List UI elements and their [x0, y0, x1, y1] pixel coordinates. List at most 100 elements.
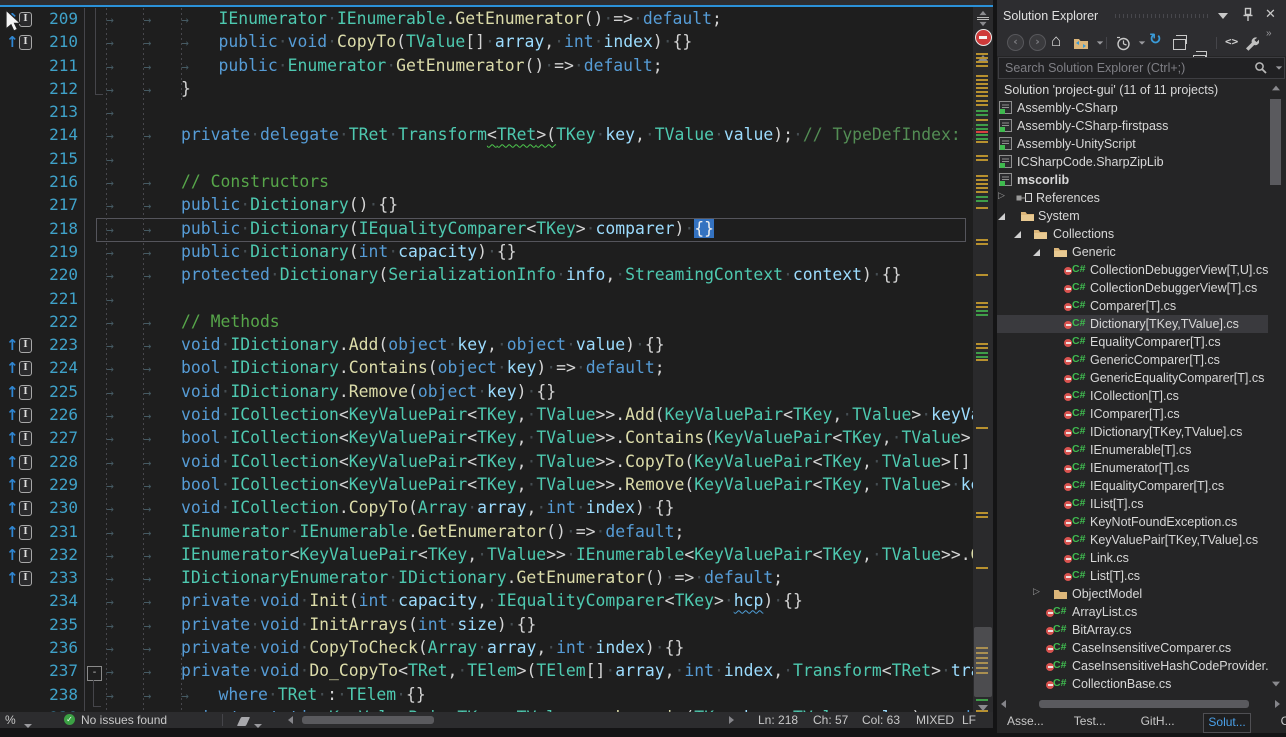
- tree-horizontal-scrollbar[interactable]: [997, 697, 1286, 711]
- line-number[interactable]: 218: [36, 219, 78, 238]
- hscroll-left-arrow[interactable]: [288, 716, 293, 724]
- tool-window-tab-solut[interactable]: Solut...: [1203, 713, 1250, 733]
- implements-interface-icon[interactable]: ↑I: [6, 476, 36, 494]
- zoom-level[interactable]: %: [5, 713, 16, 727]
- column-indicator[interactable]: Col: 63: [862, 713, 900, 727]
- line-number[interactable]: 229: [36, 475, 78, 494]
- line-number[interactable]: 226: [36, 405, 78, 424]
- hscroll-right-arrow[interactable]: [729, 716, 734, 724]
- tool-window-tab-gith[interactable]: GitH...: [1137, 713, 1179, 731]
- implements-interface-icon[interactable]: ↑I: [6, 499, 36, 517]
- code-line-237[interactable]: 237→→private·void·Do_CopyTo<TRet,·TElem>…: [0, 660, 973, 683]
- code-line-233[interactable]: ↑I233→→IDictionaryEnumerator·IDictionary…: [0, 567, 973, 590]
- implements-interface-icon[interactable]: ↑I: [6, 429, 36, 447]
- code-line-235[interactable]: 235→→private·void·InitArrays(int·size)·{…: [0, 614, 973, 637]
- line-number[interactable]: 209: [36, 9, 78, 28]
- tree-item-link-cs[interactable]: C#Link.cs: [997, 549, 1268, 567]
- implements-interface-icon[interactable]: ↑I: [6, 546, 36, 564]
- tree-item-collectiondebuggerview-t-cs[interactable]: C#CollectionDebuggerView[T].cs: [997, 279, 1268, 297]
- tree-item-arraylist-cs[interactable]: C#ArrayList.cs: [997, 603, 1268, 621]
- eol-indicator[interactable]: LF: [962, 713, 976, 727]
- tree-item-mscorlib[interactable]: mscorlib: [997, 171, 1268, 189]
- tree-item-genericcomparer-t-cs[interactable]: C#GenericComparer[T].cs: [997, 351, 1268, 369]
- expanded-arrow-icon[interactable]: [1033, 249, 1040, 256]
- implements-interface-icon[interactable]: ↑I: [6, 383, 36, 401]
- tree-item-comparer-t-cs[interactable]: C#Comparer[T].cs: [997, 297, 1268, 315]
- expanded-arrow-icon[interactable]: [998, 213, 1005, 220]
- line-number[interactable]: 211: [36, 56, 78, 75]
- file-health-indicator-icon[interactable]: [975, 29, 992, 46]
- code-line-230[interactable]: ↑I230→→void·ICollection.CopyTo(Array·arr…: [0, 497, 973, 520]
- tree-item-genericequalitycomparer-t-cs[interactable]: C#GenericEqualityComparer[T].cs: [997, 369, 1268, 387]
- collapsed-arrow-icon[interactable]: ▷: [998, 191, 1005, 201]
- code-line-212[interactable]: 212→→}: [0, 78, 973, 101]
- tree-item-assembly-csharp-firstpass[interactable]: Assembly-CSharp-firstpass: [997, 117, 1268, 135]
- tree-item-list-t-cs[interactable]: C#List[T].cs: [997, 567, 1268, 585]
- code-line-218[interactable]: 218→→public·Dictionary(IEqualityComparer…: [0, 218, 973, 241]
- code-line-226[interactable]: ↑I226→→void·ICollection<KeyValuePair<TKe…: [0, 404, 973, 427]
- code-line-217[interactable]: 217→→public·Dictionary()·{}: [0, 194, 973, 217]
- collapsed-arrow-icon[interactable]: ▷: [1033, 587, 1040, 597]
- fold-collapse-button[interactable]: -: [87, 666, 102, 681]
- code-line-232[interactable]: ↑I232→→IEnumerator<KeyValuePair<TKey,·TV…: [0, 544, 973, 567]
- code-line-209[interactable]: ↑I209→→→IEnumerator·IEnumerable.GetEnume…: [0, 8, 973, 31]
- tree-hscrollbar-thumb[interactable]: [1039, 700, 1249, 708]
- line-number[interactable]: 237: [36, 661, 78, 680]
- implements-interface-icon[interactable]: ↑I: [6, 453, 36, 471]
- implements-interface-icon[interactable]: ↑I: [6, 33, 36, 51]
- tree-hscroll-left-arrow[interactable]: [1001, 700, 1006, 708]
- line-number[interactable]: 225: [36, 382, 78, 401]
- tree-vscrollbar-thumb[interactable]: [1270, 99, 1281, 185]
- tree-item-caseinsensitivecomparer-cs[interactable]: C#CaseInsensitiveComparer.cs: [997, 639, 1268, 657]
- tree-item-dictionary-tkey-tvalue-cs[interactable]: C#Dictionary[TKey,TValue].cs: [997, 315, 1268, 333]
- tree-item-collectionbase-cs[interactable]: C#CollectionBase.cs: [997, 675, 1268, 693]
- code-line-224[interactable]: ↑I224→→bool·IDictionary.Contains(object·…: [0, 357, 973, 380]
- issues-status[interactable]: No issues found: [81, 713, 167, 727]
- tree-item-ienumerable-t-cs[interactable]: C#IEnumerable[T].cs: [997, 441, 1268, 459]
- code-line-222[interactable]: 222→→// Methods: [0, 311, 973, 334]
- tree-item-idictionary-tkey-tvalue-cs[interactable]: C#IDictionary[TKey,TValue].cs: [997, 423, 1268, 441]
- editor-splitter-grip[interactable]: [976, 10, 990, 26]
- tree-item-icollection-t-cs[interactable]: C#ICollection[T].cs: [997, 387, 1268, 405]
- code-line-227[interactable]: ↑I227→→bool·ICollection<KeyValuePair<TKe…: [0, 427, 973, 450]
- tool-window-tab-asse[interactable]: Asse...: [1003, 713, 1048, 731]
- line-number[interactable]: 232: [36, 545, 78, 564]
- code-editor[interactable]: ↑I209→→→IEnumerator·IEnumerable.GetEnume…: [0, 0, 993, 728]
- tree-item-equalitycomparer-t-cs[interactable]: C#EqualityComparer[T].cs: [997, 333, 1268, 351]
- tree-item-icsharpcode-sharpziplib[interactable]: ICSharpCode.SharpZipLib: [997, 153, 1268, 171]
- tree-item-keynotfoundexception-cs[interactable]: C#KeyNotFoundException.cs: [997, 513, 1268, 531]
- line-number[interactable]: 216: [36, 172, 78, 191]
- tool-window-tab-test[interactable]: Test...: [1070, 713, 1110, 731]
- implements-interface-icon[interactable]: ↑I: [6, 569, 36, 587]
- line-number[interactable]: 233: [36, 568, 78, 587]
- line-number[interactable]: 221: [36, 289, 78, 308]
- line-number[interactable]: 214: [36, 125, 78, 144]
- code-line-213[interactable]: 213→: [0, 101, 973, 124]
- line-number[interactable]: 215: [36, 149, 78, 168]
- implements-interface-icon[interactable]: ↑I: [6, 336, 36, 354]
- tree-item-ienumerator-t-cs[interactable]: C#IEnumerator[T].cs: [997, 459, 1268, 477]
- code-line-234[interactable]: 234→→private·void·Init(int·capacity,·IEq…: [0, 590, 973, 613]
- line-number[interactable]: 238: [36, 685, 78, 704]
- tree-item-solution-project-gui-11-of-11-projects-[interactable]: Solution 'project-gui' (11 of 11 project…: [997, 81, 1268, 99]
- line-number[interactable]: 230: [36, 498, 78, 517]
- tree-item-caseinsensitivehashcodeprovider-cs[interactable]: C#CaseInsensitiveHashCodeProvider.cs: [997, 657, 1268, 675]
- line-number[interactable]: 234: [36, 591, 78, 610]
- tree-scroll-down-arrow[interactable]: [1272, 682, 1280, 687]
- line-number[interactable]: 219: [36, 242, 78, 261]
- code-line-214[interactable]: 214→→private·delegate·TRet·Transform<TRe…: [0, 124, 973, 147]
- editor-vertical-scrollbar-thumb[interactable]: [974, 627, 992, 697]
- code-lines[interactable]: ↑I209→→→IEnumerator·IEnumerable.GetEnume…: [0, 8, 973, 712]
- line-number[interactable]: 217: [36, 195, 78, 214]
- code-line-216[interactable]: 216→→// Constructors: [0, 171, 973, 194]
- code-line-238[interactable]: 238→→→where·TRet·:·TElem·{}: [0, 684, 973, 707]
- line-ending-mode[interactable]: MIXED: [916, 713, 954, 727]
- code-line-221[interactable]: 221→: [0, 288, 973, 311]
- line-number[interactable]: 220: [36, 265, 78, 284]
- editor-scrollbar-markerbar[interactable]: [973, 7, 993, 712]
- line-number[interactable]: 236: [36, 638, 78, 657]
- line-indicator[interactable]: Ln: 218: [758, 713, 798, 727]
- zoom-dropdown-icon[interactable]: [24, 717, 32, 728]
- code-line-236[interactable]: 236→→private·void·CopyToCheck(Array·arra…: [0, 637, 973, 660]
- tree-item-bitarray-cs[interactable]: C#BitArray.cs: [997, 621, 1268, 639]
